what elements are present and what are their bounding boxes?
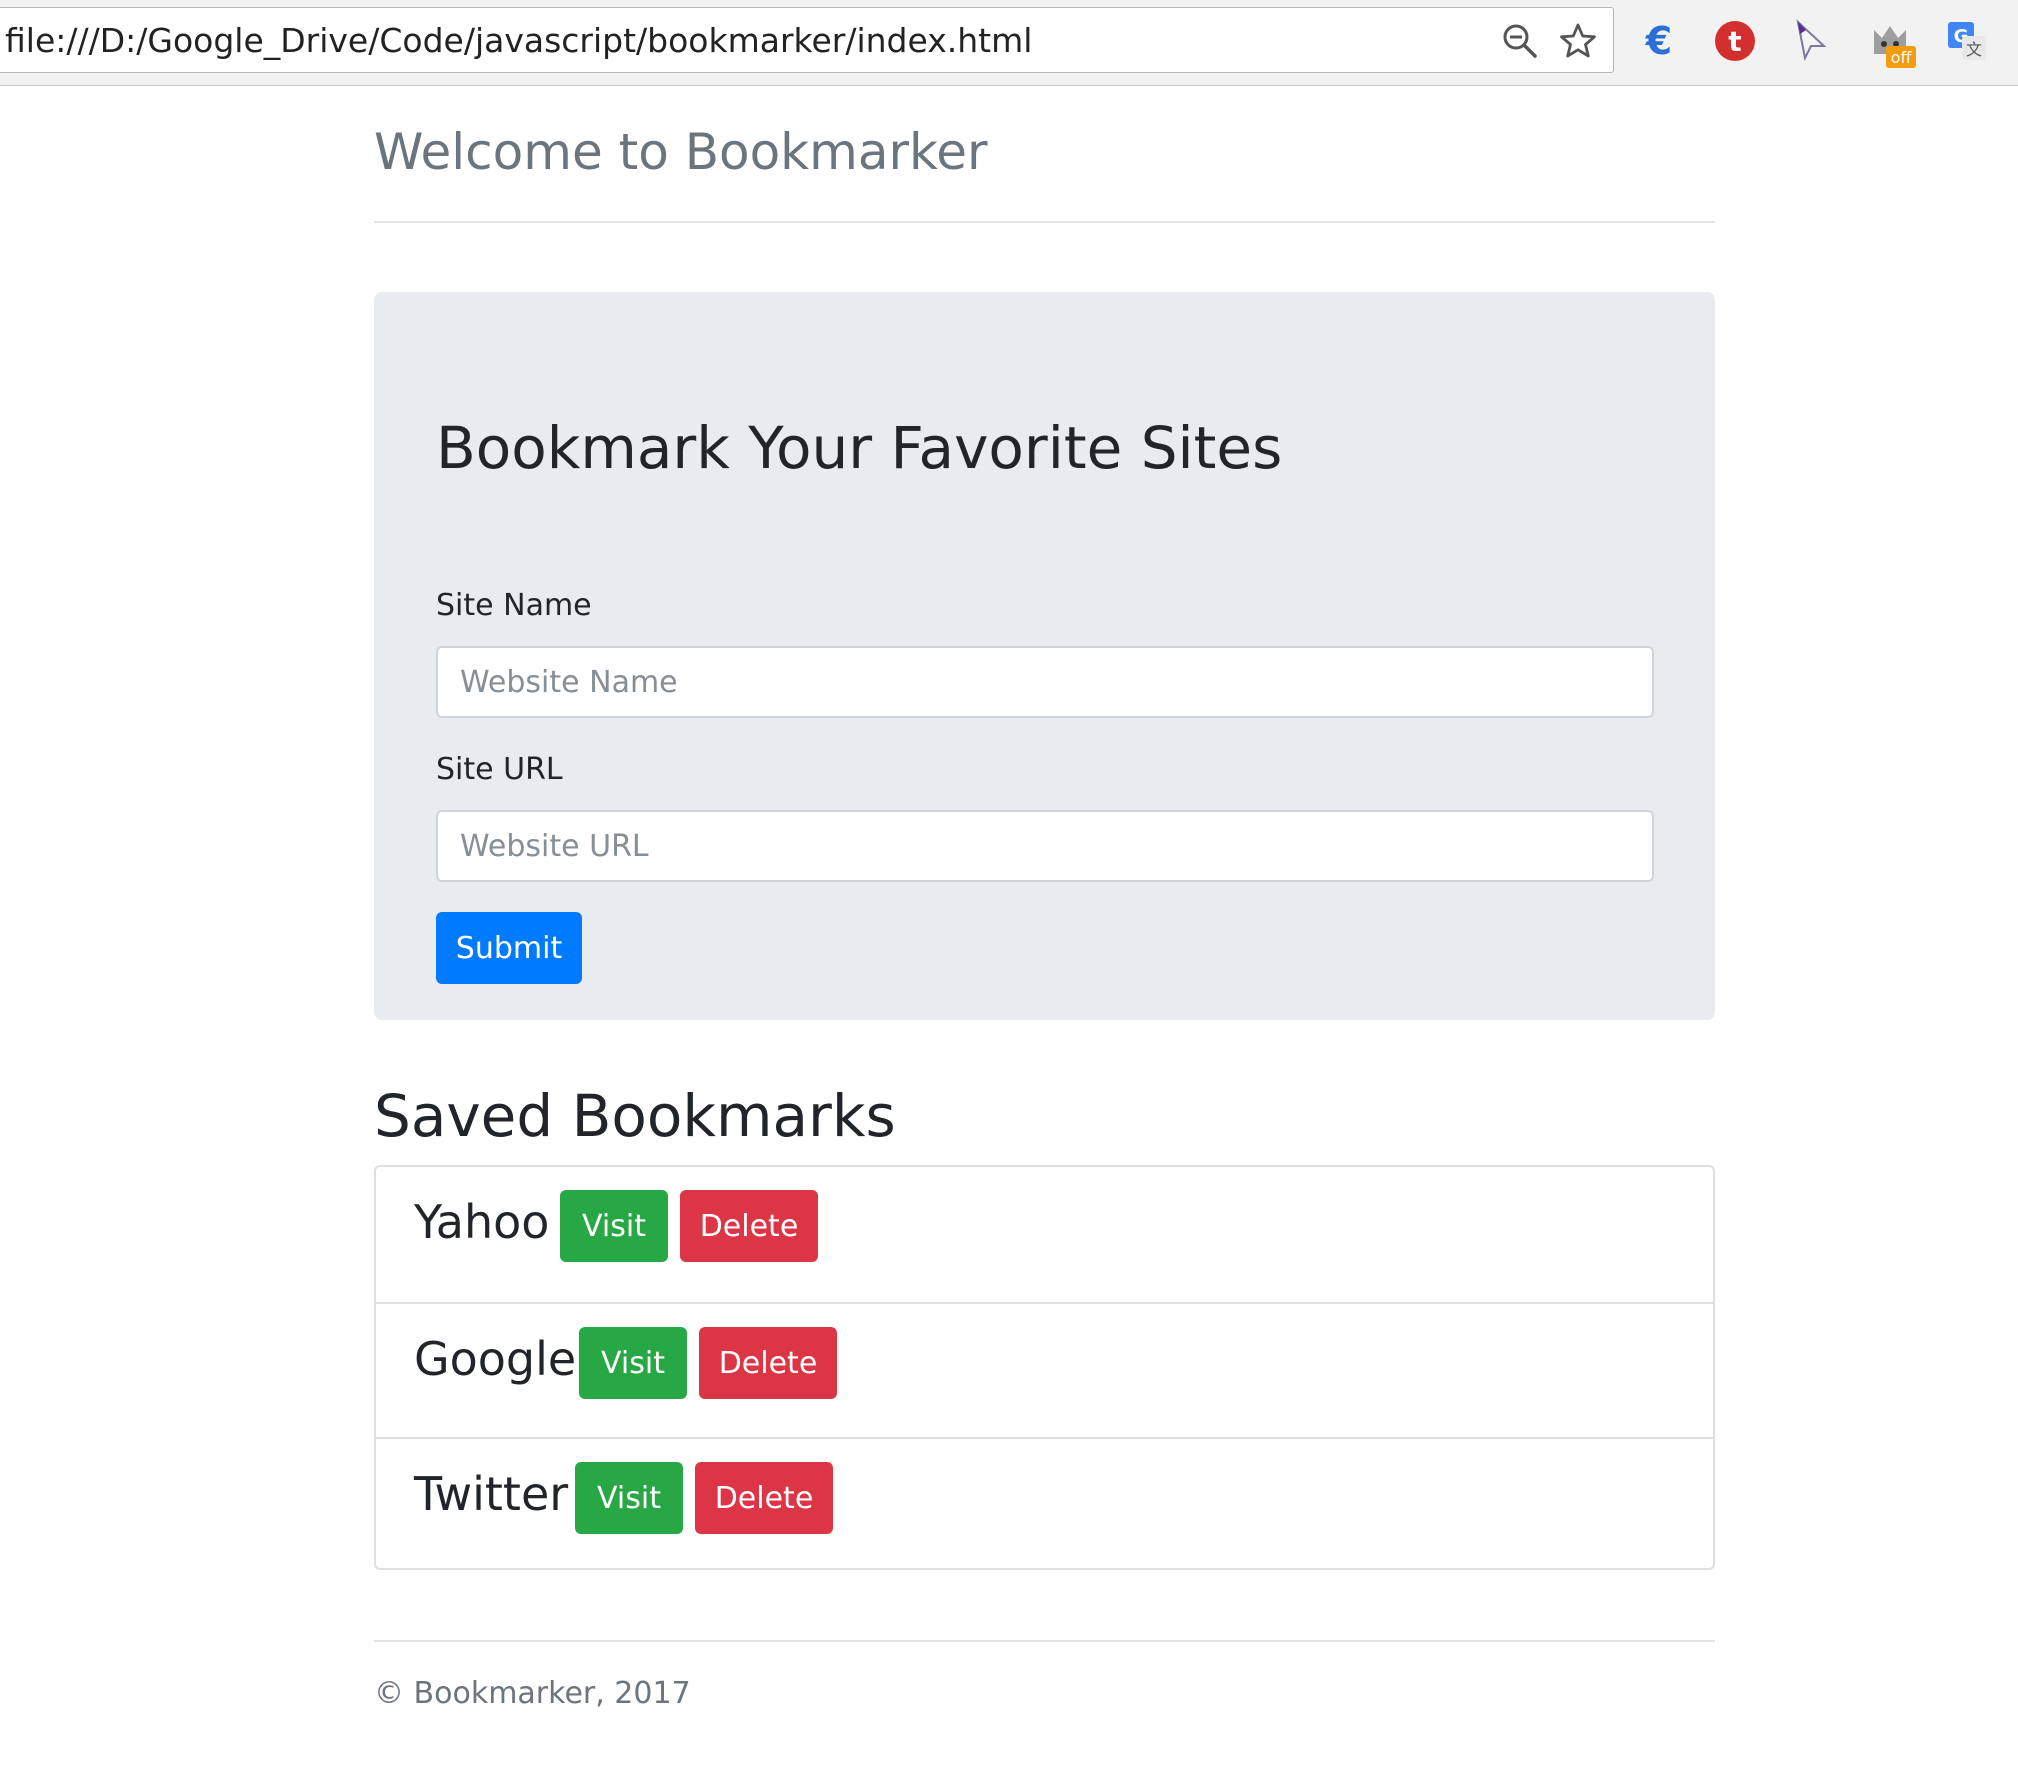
svg-text:€: €: [1645, 19, 1672, 63]
visit-button[interactable]: Visit: [575, 1462, 683, 1534]
address-bar[interactable]: file:///D:/Google_Drive/Code/javascript/…: [0, 7, 1614, 73]
browser-toolbar: file:///D:/Google_Drive/Code/javascript/…: [0, 0, 2018, 86]
cursor-extension-icon[interactable]: [1788, 18, 1834, 64]
site-name-input[interactable]: [436, 646, 1654, 718]
bookmark-name: Google: [414, 1332, 577, 1386]
svg-text:文: 文: [1966, 40, 1982, 59]
header-divider: [374, 221, 1715, 223]
footer-divider: [374, 1640, 1715, 1642]
site-name-label: Site Name: [436, 588, 592, 623]
bookmark-row: Twitter Visit Delete: [376, 1437, 1713, 1572]
delete-button[interactable]: Delete: [680, 1190, 818, 1262]
bookmark-list: Yahoo Visit Delete Google Visit Delete T…: [374, 1165, 1715, 1570]
svg-text:t: t: [1728, 25, 1741, 58]
delete-button[interactable]: Delete: [695, 1462, 833, 1534]
bookmark-name: Yahoo: [414, 1195, 550, 1249]
footer-copyright: © Bookmarker, 2017: [374, 1676, 691, 1711]
bookmark-row: Yahoo Visit Delete: [376, 1167, 1713, 1302]
translate-extension-icon[interactable]: G 文: [1944, 18, 1990, 64]
submit-button[interactable]: Submit: [436, 912, 582, 984]
form-heading: Bookmark Your Favorite Sites: [436, 414, 1283, 482]
bookmark-name: Twitter: [414, 1467, 569, 1521]
cat-extension-icon[interactable]: off: [1868, 16, 1920, 72]
site-url-label: Site URL: [436, 752, 563, 787]
address-bar-url[interactable]: file:///D:/Google_Drive/Code/javascript/…: [5, 8, 1032, 74]
bookmark-row: Google Visit Delete: [376, 1302, 1713, 1437]
delete-button[interactable]: Delete: [699, 1327, 837, 1399]
zoom-out-magnifier-icon[interactable]: [1501, 22, 1539, 60]
t-extension-icon[interactable]: t: [1712, 18, 1758, 64]
visit-button[interactable]: Visit: [560, 1190, 668, 1262]
saved-bookmarks-heading: Saved Bookmarks: [374, 1082, 896, 1150]
visit-button[interactable]: Visit: [579, 1327, 687, 1399]
bookmark-form-panel: Bookmark Your Favorite Sites Site Name S…: [374, 292, 1715, 1020]
extension-badge: off: [1891, 48, 1913, 67]
site-url-input[interactable]: [436, 810, 1654, 882]
euro-extension-icon[interactable]: €: [1636, 18, 1682, 64]
page-title: Welcome to Bookmarker: [374, 123, 988, 181]
star-icon[interactable]: [1559, 22, 1597, 60]
